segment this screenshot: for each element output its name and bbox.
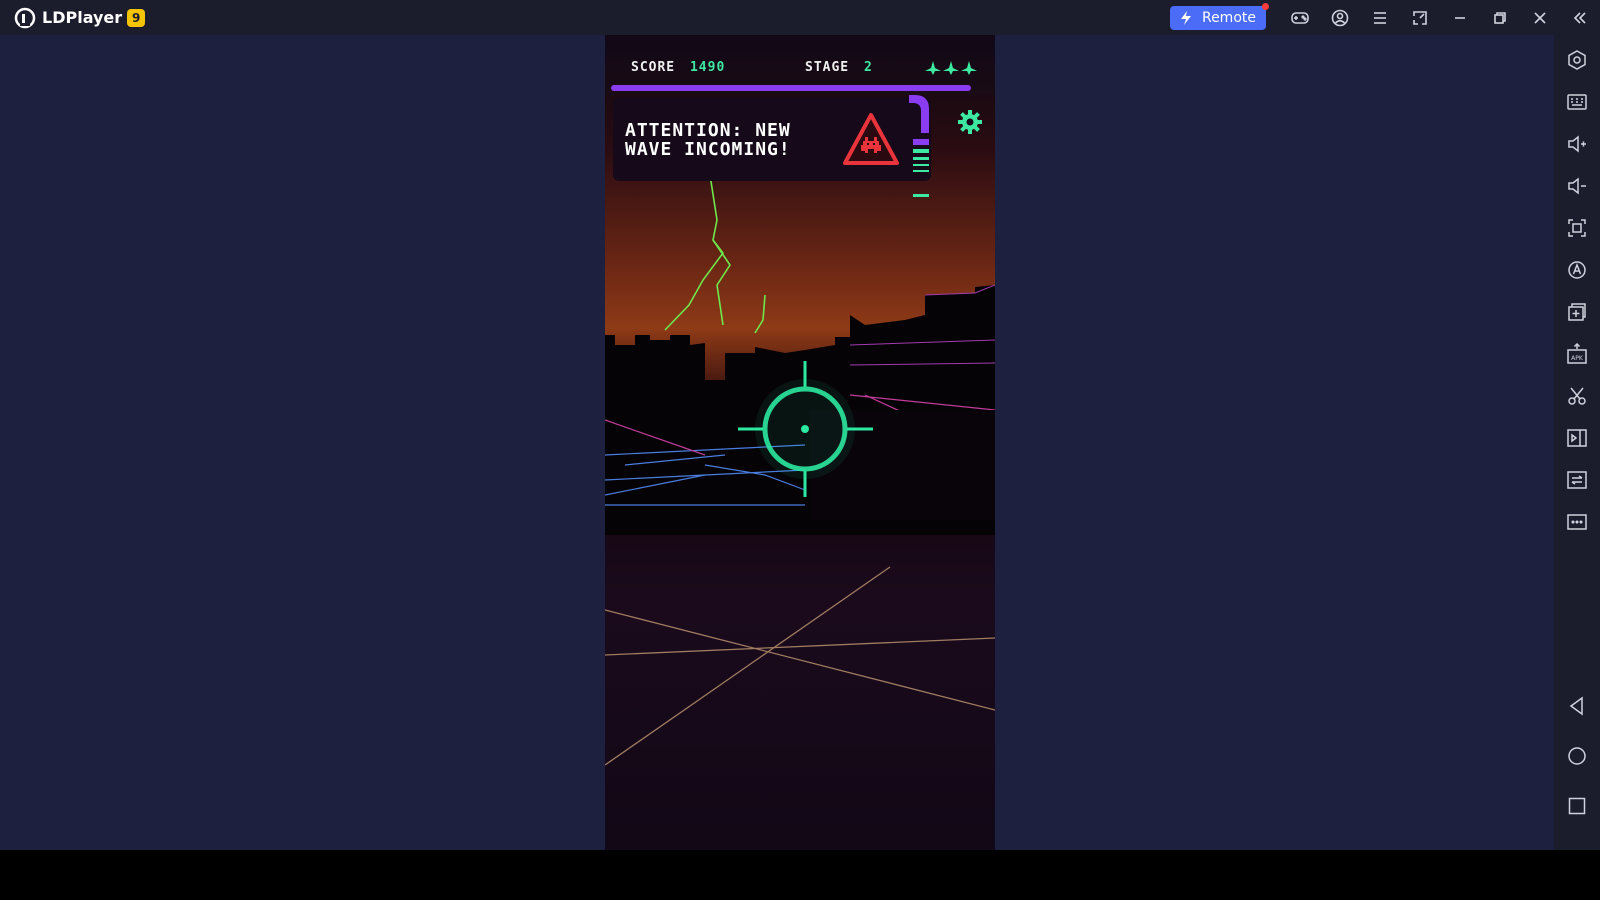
lives-indicator <box>925 61 977 75</box>
record-button[interactable] <box>1565 426 1589 450</box>
auto-icon <box>1568 261 1586 279</box>
volume-up-icon <box>1568 135 1586 153</box>
home-button[interactable] <box>1565 744 1589 768</box>
install-apk-button[interactable]: APK <box>1565 342 1589 366</box>
settings-gear-icon[interactable] <box>957 109 983 135</box>
volume-down-button[interactable] <box>1565 174 1589 198</box>
recents-button[interactable] <box>1565 794 1589 818</box>
more-button[interactable] <box>1565 510 1589 534</box>
video-record-icon <box>1567 429 1587 447</box>
ship-icon <box>961 61 977 75</box>
version-badge: 9 <box>127 8 146 27</box>
score-label: SCORE <box>631 60 676 75</box>
hamburger-icon <box>1374 11 1386 24</box>
ldplayer-icon <box>14 7 36 28</box>
emulator-sidebar: APK <box>1554 35 1600 850</box>
gamepad-button[interactable] <box>1280 0 1320 35</box>
stage-display: STAGE 2 <box>805 60 873 75</box>
wave-progress-bar <box>611 85 971 91</box>
alert-line-1: ATTENTION: NEW <box>625 120 791 141</box>
user-icon <box>1331 9 1349 26</box>
keyboard-button[interactable] <box>1565 90 1589 114</box>
bottom-bar <box>0 850 1600 900</box>
floor-grid <box>605 566 995 766</box>
game-viewport[interactable]: SCORE 1490 STAGE 2 ATTENTION: NEW WAVE I… <box>605 35 995 850</box>
recents-square-icon <box>1568 797 1586 815</box>
svg-text:APK: APK <box>1571 355 1584 362</box>
lightning-bolt <box>664 174 766 334</box>
stage-label: STAGE <box>805 60 850 75</box>
double-chevron-left-icon <box>1573 11 1586 24</box>
add-window-icon <box>1568 303 1586 321</box>
app-logo: LDPlayer 9 <box>14 7 146 29</box>
alert-side-meter <box>909 95 929 197</box>
minimize-button[interactable] <box>1440 0 1480 35</box>
notification-dot <box>1262 2 1269 10</box>
restore-icon <box>1494 11 1506 24</box>
resize-button[interactable] <box>1400 0 1440 35</box>
collapse-sidebar-button[interactable] <box>1560 0 1600 35</box>
scissors-icon <box>1568 387 1586 405</box>
stage-value: 2 <box>863 60 873 75</box>
keyboard-icon <box>1567 94 1587 110</box>
restore-button[interactable] <box>1480 0 1520 35</box>
title-bar: LDPlayer 9 Remote <box>0 0 1600 35</box>
volume-down-icon <box>1568 177 1586 195</box>
hex-settings-icon <box>1568 50 1586 70</box>
screenshot-button[interactable] <box>1565 384 1589 408</box>
back-button[interactable] <box>1565 694 1589 718</box>
score-display: SCORE 1490 <box>631 60 725 75</box>
settings-button[interactable] <box>1565 48 1589 72</box>
remote-label: Remote <box>1201 9 1256 26</box>
multi-instance-button[interactable] <box>1565 300 1589 324</box>
operation-icon <box>1567 471 1587 489</box>
alert-line-2: WAVE INCOMING! <box>625 139 791 160</box>
auto-clicker-button[interactable] <box>1565 258 1589 282</box>
ship-icon <box>943 61 959 75</box>
close-icon <box>1534 11 1546 24</box>
more-icon <box>1567 514 1587 530</box>
fullscreen-button[interactable] <box>1565 216 1589 240</box>
back-triangle-icon <box>1569 696 1583 716</box>
home-circle-icon <box>1568 747 1586 765</box>
fullscreen-icon <box>1568 219 1586 237</box>
score-value: 1490 <box>689 60 726 75</box>
remote-button[interactable]: Remote <box>1169 2 1269 30</box>
warning-invader-icon <box>843 113 899 165</box>
lightning-icon <box>1180 10 1191 25</box>
gamepad-icon <box>1291 11 1309 24</box>
apk-icon: APK <box>1567 343 1587 364</box>
account-button[interactable] <box>1320 0 1360 35</box>
volume-up-button[interactable] <box>1565 132 1589 156</box>
minimize-icon <box>1455 16 1465 19</box>
resize-icon <box>1413 10 1427 25</box>
app-name: LDPlayer <box>42 8 123 27</box>
sync-button[interactable] <box>1565 468 1589 492</box>
menu-button[interactable] <box>1360 0 1400 35</box>
wave-alert-message: ATTENTION: NEW WAVE INCOMING! <box>625 121 855 159</box>
ship-icon <box>925 61 941 75</box>
close-button[interactable] <box>1520 0 1560 35</box>
